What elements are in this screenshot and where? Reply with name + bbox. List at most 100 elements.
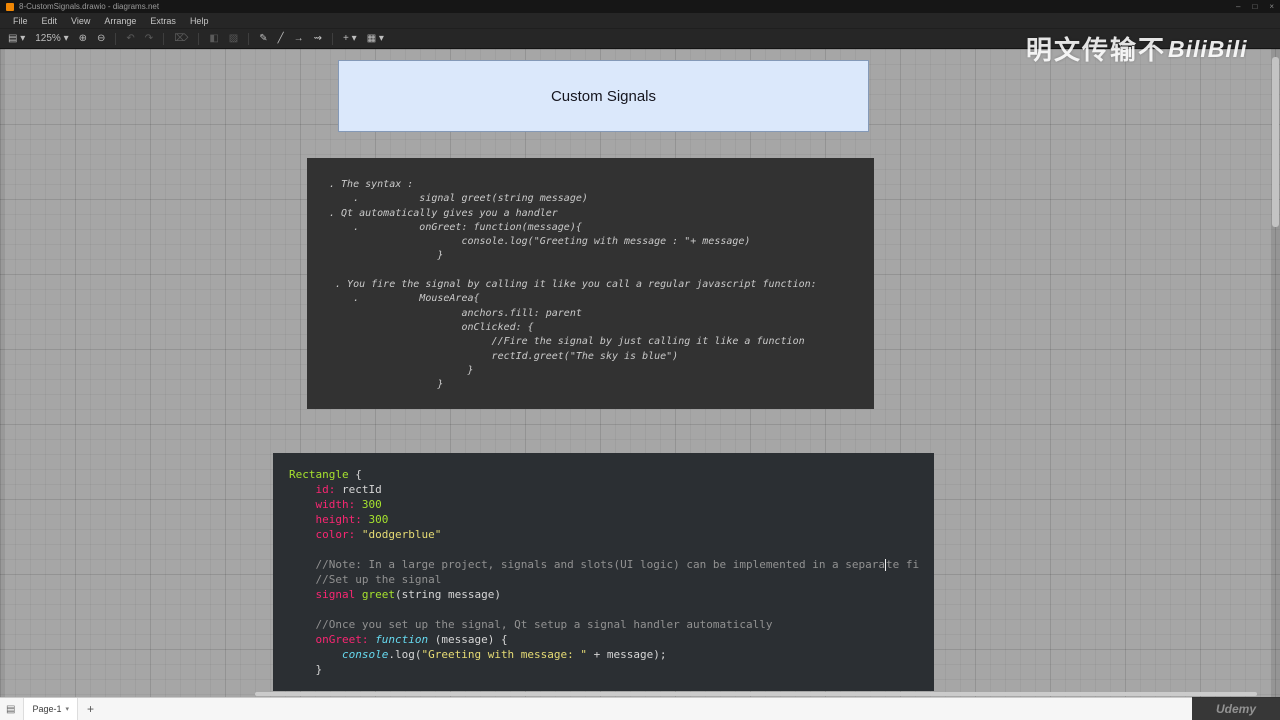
vertical-scrollbar-thumb[interactable] — [1272, 57, 1279, 227]
maximize-button[interactable]: □ — [1252, 0, 1257, 13]
toolbar-waypoint-style-button[interactable]: ⇝ — [314, 29, 322, 49]
vertical-scrollbar[interactable] — [1271, 49, 1280, 697]
minimize-button[interactable]: – — [1236, 0, 1240, 13]
menu-file[interactable]: File — [6, 13, 35, 29]
toolbar-insert-button[interactable]: + ▾ — [343, 29, 357, 49]
code-line: } — [289, 662, 934, 677]
code-line: signal greet(string message) — [289, 587, 934, 602]
code-token: color: — [315, 528, 356, 541]
toolbar-separator — [163, 32, 165, 45]
toolbar-separator — [248, 32, 250, 45]
code-line: width: 300 — [289, 497, 934, 512]
toolbar-undo-button[interactable]: ↶ — [126, 29, 134, 49]
menu-help[interactable]: Help — [183, 13, 216, 29]
toolbar-diagram-menu-button[interactable]: ▤ ▾ — [8, 29, 25, 49]
toolbar-zoom-out-button[interactable]: ⊖ — [97, 29, 105, 49]
app-window: 8-CustomSignals.drawio - diagrams.net – … — [0, 0, 1280, 720]
code-token: id: — [315, 483, 336, 496]
toolbar-fill-color-button[interactable]: ◧ — [209, 29, 218, 49]
code-line: color: "dodgerblue" — [289, 527, 934, 542]
canvas-left-edge — [0, 49, 5, 697]
notes-line: . Qt automatically gives you a handler — [329, 207, 558, 219]
notes-line: . The syntax : — [329, 179, 414, 190]
menu-view[interactable]: View — [64, 13, 97, 29]
toolbar-separator — [115, 32, 117, 45]
code-token: console — [341, 648, 389, 661]
toolbar-table-button[interactable]: ▦ ▾ — [367, 29, 384, 49]
code-token: //Note: In a large project, signals and … — [315, 558, 886, 571]
diagram-canvas[interactable]: Custom Signals . The syntax : . signal g… — [0, 49, 1280, 697]
code-token: te fi — [886, 558, 920, 571]
shape-qml-code[interactable]: Rectangle { id: rectId width: 300 height… — [273, 453, 934, 691]
app-icon — [6, 2, 14, 11]
code-token: 300 — [368, 513, 389, 526]
toolbar-delete-button[interactable]: ⌦ — [174, 29, 188, 49]
code-token: greet — [361, 588, 395, 601]
code-token: onGreet: — [315, 633, 369, 646]
page-tab[interactable]: Page-1 ▾ — [23, 698, 78, 720]
code-token: { — [348, 468, 362, 481]
code-token: //Once you set up the signal, Qt setup a… — [315, 618, 773, 631]
code-line: onGreet: function (message) { — [289, 632, 934, 647]
code-token: function — [375, 633, 429, 646]
toolbar-zoom-in-button[interactable]: ⊕ — [79, 29, 87, 49]
shape-title-custom-signals[interactable]: Custom Signals — [338, 60, 869, 132]
toolbar-separator — [332, 32, 334, 45]
code-token: (message) { — [428, 633, 508, 646]
code-token: width: — [315, 498, 356, 511]
window-controls: – □ × — [1236, 0, 1274, 13]
code-token: Rectangle — [289, 468, 349, 481]
toolbar-zoom-dropdown-button[interactable]: 125% ▾ — [35, 29, 68, 49]
udemy-watermark: Udemy — [1192, 697, 1280, 720]
chevron-down-icon: ▾ — [65, 706, 69, 713]
code-line: //Set up the signal — [289, 572, 934, 587]
code-token: rectId — [335, 483, 382, 496]
shape-notes-syntax[interactable]: . The syntax : . signal greet(string mes… — [307, 158, 874, 409]
toolbar-line-style-button[interactable]: ╱ — [278, 29, 284, 49]
code-token: .log( — [388, 648, 422, 661]
notes-code-text: . The syntax : . signal greet(string mes… — [329, 178, 874, 392]
menubar: File Edit View Arrange Extras Help — [0, 13, 1280, 29]
notes-line — [329, 264, 874, 278]
shape-title-label: Custom Signals — [550, 87, 657, 105]
toolbar-connection-arrow-button[interactable]: → — [294, 29, 304, 49]
menu-edit[interactable]: Edit — [35, 13, 65, 29]
notes-line: } — [329, 364, 474, 376]
add-page-button[interactable]: + — [78, 702, 103, 716]
code-token: 300 — [361, 498, 382, 511]
titlebar: 8-CustomSignals.drawio - diagrams.net – … — [0, 0, 1280, 13]
horizontal-scrollbar-thumb[interactable] — [255, 692, 1257, 696]
notes-line: anchors.fill: parent — [329, 307, 582, 319]
code-token: signal — [315, 588, 356, 601]
notes-line: . signal greet(string message) — [329, 193, 588, 205]
menu-extras[interactable]: Extras — [143, 13, 183, 29]
toolbar-separator — [198, 32, 200, 45]
horizontal-scrollbar[interactable] — [0, 690, 1271, 697]
close-button[interactable]: × — [1269, 0, 1274, 13]
notes-line: . You fire the signal by calling it like… — [329, 279, 817, 291]
code-line: console.log("Greeting with message: " + … — [289, 647, 934, 662]
code-line: id: rectId — [289, 482, 934, 497]
code-line: height: 300 — [289, 512, 934, 527]
code-line: //Note: In a large project, signals and … — [289, 557, 934, 572]
toolbar-redo-button[interactable]: ↷ — [145, 29, 153, 49]
pages-overview-icon[interactable]: ▤ — [6, 704, 15, 715]
code-token: (string message) — [395, 588, 501, 601]
menu-arrange[interactable]: Arrange — [97, 13, 143, 29]
toolbar-shadow-button[interactable]: ▨ — [229, 29, 238, 49]
bilibili-logo: BiliBili — [1168, 36, 1248, 62]
bilibili-watermark-text: 明文传输不 — [1026, 35, 1167, 65]
code-line: //Once you set up the signal, Qt setup a… — [289, 617, 934, 632]
toolbar-pencil-button[interactable]: ✎ — [259, 29, 267, 49]
